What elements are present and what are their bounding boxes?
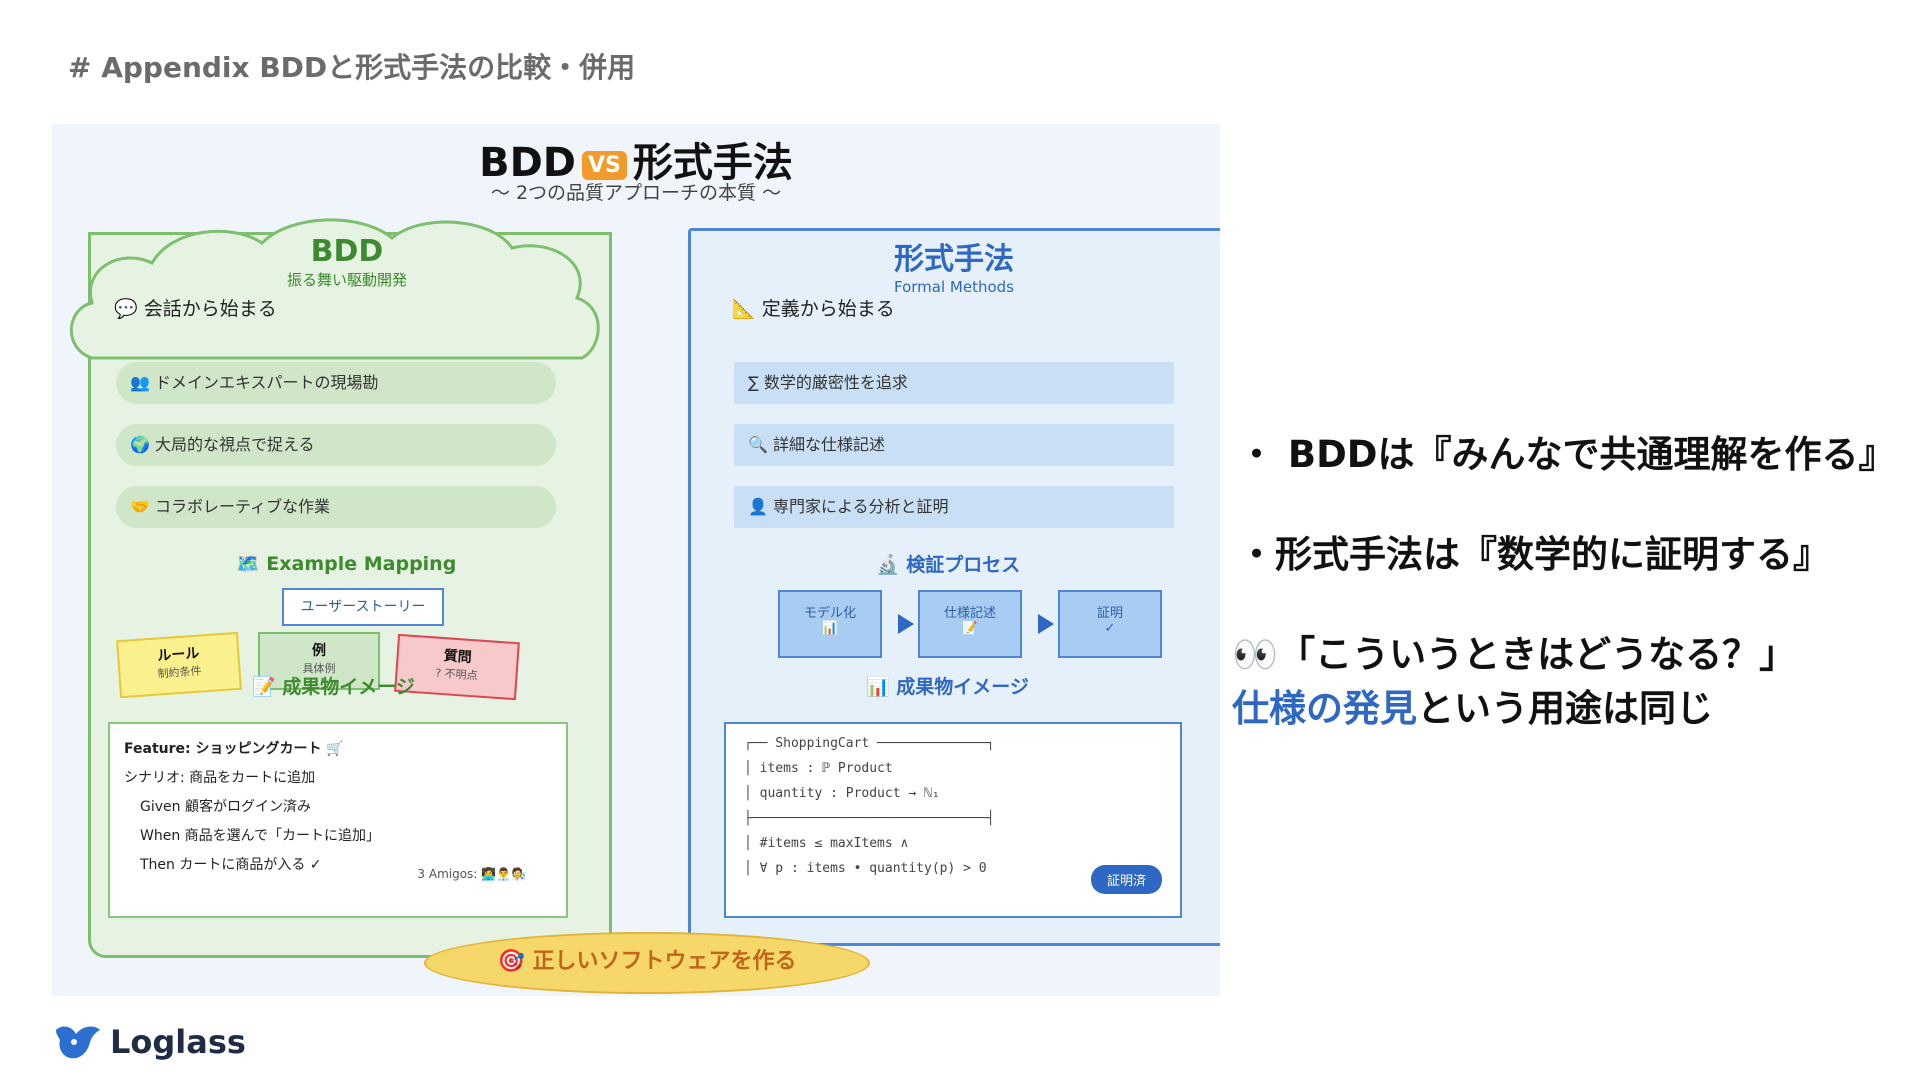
company-logo: Loglass (52, 1020, 246, 1064)
bullet-bdd: ・ BDDは『みんなで共通理解を作る』 (1238, 433, 1896, 476)
bdd-heading: BDD (310, 234, 384, 269)
fm-opener: 📐 定義から始まる (732, 298, 895, 320)
feature-line: When 商品を選んで「カートに追加」 (140, 828, 380, 844)
conclusion-rest: という用途は同じ (1417, 687, 1713, 730)
amigos-block: 3 Amigos: 👩‍💻👨‍💼🧑‍🔬 (417, 867, 526, 881)
conclusion-highlight: 仕様の発見 (1232, 687, 1417, 730)
example-mapping-title: 🗺️ Example Mapping (236, 553, 457, 575)
schema-line: │ quantity : Product → ℕ₁ (744, 786, 940, 801)
comparison-figure: BDD VS 形式手法 〜 2つの品質アプローチの本質 〜 BDD 振る舞い駆動開発… (52, 124, 1220, 996)
flow-arrow-icon (898, 614, 914, 634)
process-title: 🔬 検証プロセス (876, 554, 1021, 576)
figure-subtitle: 〜 2つの品質アプローチの本質 〜 (490, 182, 782, 204)
schema-line: ┌── ShoppingCart ──────────────┐ (744, 736, 995, 751)
feature-line: Given 顧客がログイン済み (140, 799, 311, 815)
example-card-title: 例 (312, 643, 326, 659)
flow-arrow-icon (1038, 614, 1054, 634)
feature-file-sample: Feature: ショッピングカート 🛒 シナリオ: 商品をカートに追加 Giv… (108, 722, 568, 918)
z-schema-sample: ┌── ShoppingCart ──────────────┐ │ items… (724, 722, 1182, 918)
bdd-artifact-title: 📝 成果物イメージ (252, 676, 415, 698)
amigos-icon: 👩‍💻👨‍💼🧑‍🔬 (481, 867, 526, 881)
rule-card: ルール 制約条件 (116, 631, 242, 699)
fm-artifact-title: 📊 成果物イメージ (866, 676, 1029, 698)
vs-badge: VS (582, 150, 627, 180)
flow-step-label: モデル化 (803, 606, 856, 621)
logo-text: Loglass (110, 1023, 246, 1061)
memo-icon: 📝 (961, 621, 979, 636)
whale-logo-icon (56, 1026, 100, 1059)
feature-line: Feature: ショッピングカート 🛒 (124, 741, 344, 757)
eyes-icon: 👀 (1232, 633, 1279, 676)
proved-badge: 証明済 (1090, 865, 1162, 894)
bdd-item: 👥 ドメインエキスパートの現場勘 (116, 362, 556, 404)
chart-icon: 📊 (821, 621, 839, 636)
bdd-item: 🌍 大局的な視点で捉える (116, 424, 556, 466)
question-line: 👀「こういうときはどうなる？」 (1232, 624, 1920, 678)
fm-item: 🔍 詳細な仕様記述 (734, 424, 1174, 466)
flow-step-spec: 仕様記述 📝 (918, 590, 1022, 658)
fm-heading: 形式手法 (894, 242, 1014, 277)
fm-heading-block: 形式手法 Formal Methods (688, 234, 1220, 296)
schema-line: │ #items ≤ maxItems ∧ (744, 836, 909, 851)
fm-item: 👤 専門家による分析と証明 (734, 486, 1174, 528)
slide-title: # Appendix BDDと形式手法の比較・併用 (68, 51, 636, 84)
check-icon: ✓ (1104, 621, 1116, 636)
conclusion-line: 仕様の発見という用途は同じ (1232, 678, 1920, 732)
flow-step-label: 証明 (1096, 606, 1123, 621)
fm-item: ∑ 数学的厳密性を追求 (734, 362, 1174, 404)
flow-step-proof: 証明 ✓ (1058, 590, 1162, 658)
amigos-label: 3 Amigos: (417, 867, 478, 881)
schema-line: ├──────────────────────────────┤ (744, 811, 995, 826)
flow-step-label: 仕様記述 (943, 606, 996, 621)
user-story-card: ユーザーストーリー (282, 588, 444, 626)
bdd-heading-block: BDD 振る舞い駆動開発 (88, 234, 606, 290)
bdd-opener: 💬 会話から始まる (114, 298, 277, 320)
key-points: ・ BDDは『みんなで共通理解を作る』 ・形式手法は『数学的に証明する』 👀「こ… (1232, 424, 1920, 732)
goal-banner: 🎯 正しいソフトウェアを作る (424, 932, 870, 994)
bullet-formal: ・形式手法は『数学的に証明する』 (1238, 533, 1830, 576)
bdd-item: 🤝 コラボレーティブな作業 (116, 486, 556, 528)
flow-step-model: モデル化 📊 (778, 590, 882, 658)
bdd-subheading: 振る舞い駆動開発 (286, 271, 407, 289)
question-text: 「こういうときはどうなる？」 (1278, 633, 1797, 676)
feature-line: シナリオ: 商品をカートに追加 (124, 770, 316, 786)
schema-line: │ items : ℙ Product (744, 761, 893, 776)
